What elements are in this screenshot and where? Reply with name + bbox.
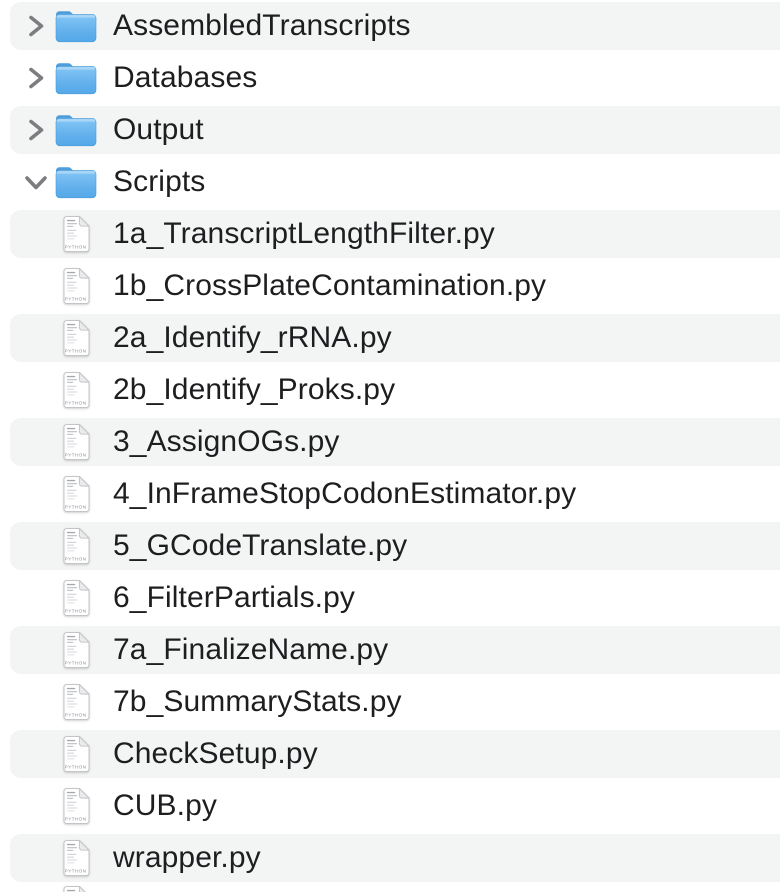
python-file-icon: PYTHON — [61, 632, 90, 673]
svg-text:PYTHON: PYTHON — [65, 245, 87, 250]
svg-text:PYTHON: PYTHON — [65, 297, 87, 302]
row-label: 4_InFrameStopCodonEstimator.py — [113, 477, 576, 511]
row-label: Databases — [113, 61, 257, 95]
svg-text:PYTHON: PYTHON — [65, 713, 87, 718]
row-label: 7a_FinalizeName.py — [113, 633, 388, 667]
file-row[interactable]: PYTHON 4_InFrameStopCodonEstimator.py — [0, 468, 780, 520]
python-file-icon: PYTHON — [61, 528, 90, 569]
file-row[interactable]: PYTHON 5_GCodeTranslate.py — [0, 520, 780, 572]
file-browser-list-view: AssembledTranscripts — [0, 0, 780, 892]
python-file-icon: PYTHON — [61, 320, 90, 361]
python-file-icon: PYTHON — [61, 372, 90, 413]
row-label: 1a_TranscriptLengthFilter.py — [113, 217, 495, 251]
svg-text:PYTHON: PYTHON — [65, 765, 87, 770]
python-file-icon: PYTHON — [61, 580, 90, 621]
file-row[interactable]: PYTHON 7b_SummaryStats.py — [0, 676, 780, 728]
svg-text:PYTHON: PYTHON — [65, 869, 87, 874]
svg-text:PYTHON: PYTHON — [65, 817, 87, 822]
file-row[interactable]: PYTHON CheckSetup.py — [0, 728, 780, 780]
python-file-icon: PYTHON — [61, 684, 90, 725]
folder-row[interactable]: Output — [0, 104, 780, 156]
svg-text:PYTHON: PYTHON — [65, 349, 87, 354]
python-file-icon: PYTHON — [61, 268, 90, 309]
folder-icon — [54, 164, 98, 205]
svg-text:PYTHON: PYTHON — [65, 401, 87, 406]
row-label: wrapper.py — [113, 841, 261, 875]
chevron-right-icon[interactable] — [23, 0, 49, 52]
chevron-down-icon[interactable] — [23, 156, 49, 208]
row-label: 2a_Identify_rRNA.py — [113, 321, 392, 355]
python-file-icon: PYTHON — [61, 736, 90, 777]
chevron-right-icon[interactable] — [23, 52, 49, 104]
row-label: AssembledTranscripts — [113, 9, 411, 43]
row-label: 1b_CrossPlateContamination.py — [113, 269, 546, 303]
row-label: 7b_SummaryStats.py — [113, 685, 402, 719]
row-label: 3_AssignOGs.py — [113, 425, 340, 459]
file-row[interactable]: PYTHON 2b_Identify_Proks.py — [0, 364, 780, 416]
svg-text:PYTHON: PYTHON — [65, 453, 87, 458]
python-file-icon: PYTHON — [61, 886, 90, 892]
folder-row[interactable]: AssembledTranscripts — [0, 0, 780, 52]
file-row[interactable]: PYTHON 6_FilterPartials.py — [0, 572, 780, 624]
file-row[interactable]: PYTHON 7a_FinalizeName.py — [0, 624, 780, 676]
python-file-icon: PYTHON — [61, 216, 90, 257]
row-label: Scripts — [113, 165, 205, 199]
file-list: AssembledTranscripts — [0, 0, 780, 892]
file-row[interactable]: PYTHON — [0, 884, 780, 892]
folder-row[interactable]: Databases — [0, 52, 780, 104]
row-label: Output — [113, 113, 204, 147]
row-label: 5_GCodeTranslate.py — [113, 529, 407, 563]
python-file-icon: PYTHON — [61, 476, 90, 517]
python-file-icon: PYTHON — [61, 424, 90, 465]
row-label: CUB.py — [113, 789, 217, 823]
svg-text:PYTHON: PYTHON — [65, 661, 87, 666]
row-label: 6_FilterPartials.py — [113, 581, 355, 615]
row-label: 2b_Identify_Proks.py — [113, 373, 395, 407]
folder-icon — [54, 8, 98, 49]
folder-row[interactable]: Scripts — [0, 156, 780, 208]
folder-icon — [54, 112, 98, 153]
svg-text:PYTHON: PYTHON — [65, 505, 87, 510]
svg-text:PYTHON: PYTHON — [65, 557, 87, 562]
python-file-icon: PYTHON — [61, 788, 90, 829]
chevron-right-icon[interactable] — [23, 104, 49, 156]
folder-icon — [54, 60, 98, 101]
file-row[interactable]: PYTHON wrapper.py — [0, 832, 780, 884]
file-row[interactable]: PYTHON 3_AssignOGs.py — [0, 416, 780, 468]
svg-text:PYTHON: PYTHON — [65, 609, 87, 614]
file-row[interactable]: PYTHON 1a_TranscriptLengthFilter.py — [0, 208, 780, 260]
file-row[interactable]: PYTHON 2a_Identify_rRNA.py — [0, 312, 780, 364]
row-label: CheckSetup.py — [113, 737, 318, 771]
file-row[interactable]: PYTHON 1b_CrossPlateContamination.py — [0, 260, 780, 312]
python-file-icon: PYTHON — [61, 840, 90, 881]
file-row[interactable]: PYTHON CUB.py — [0, 780, 780, 832]
